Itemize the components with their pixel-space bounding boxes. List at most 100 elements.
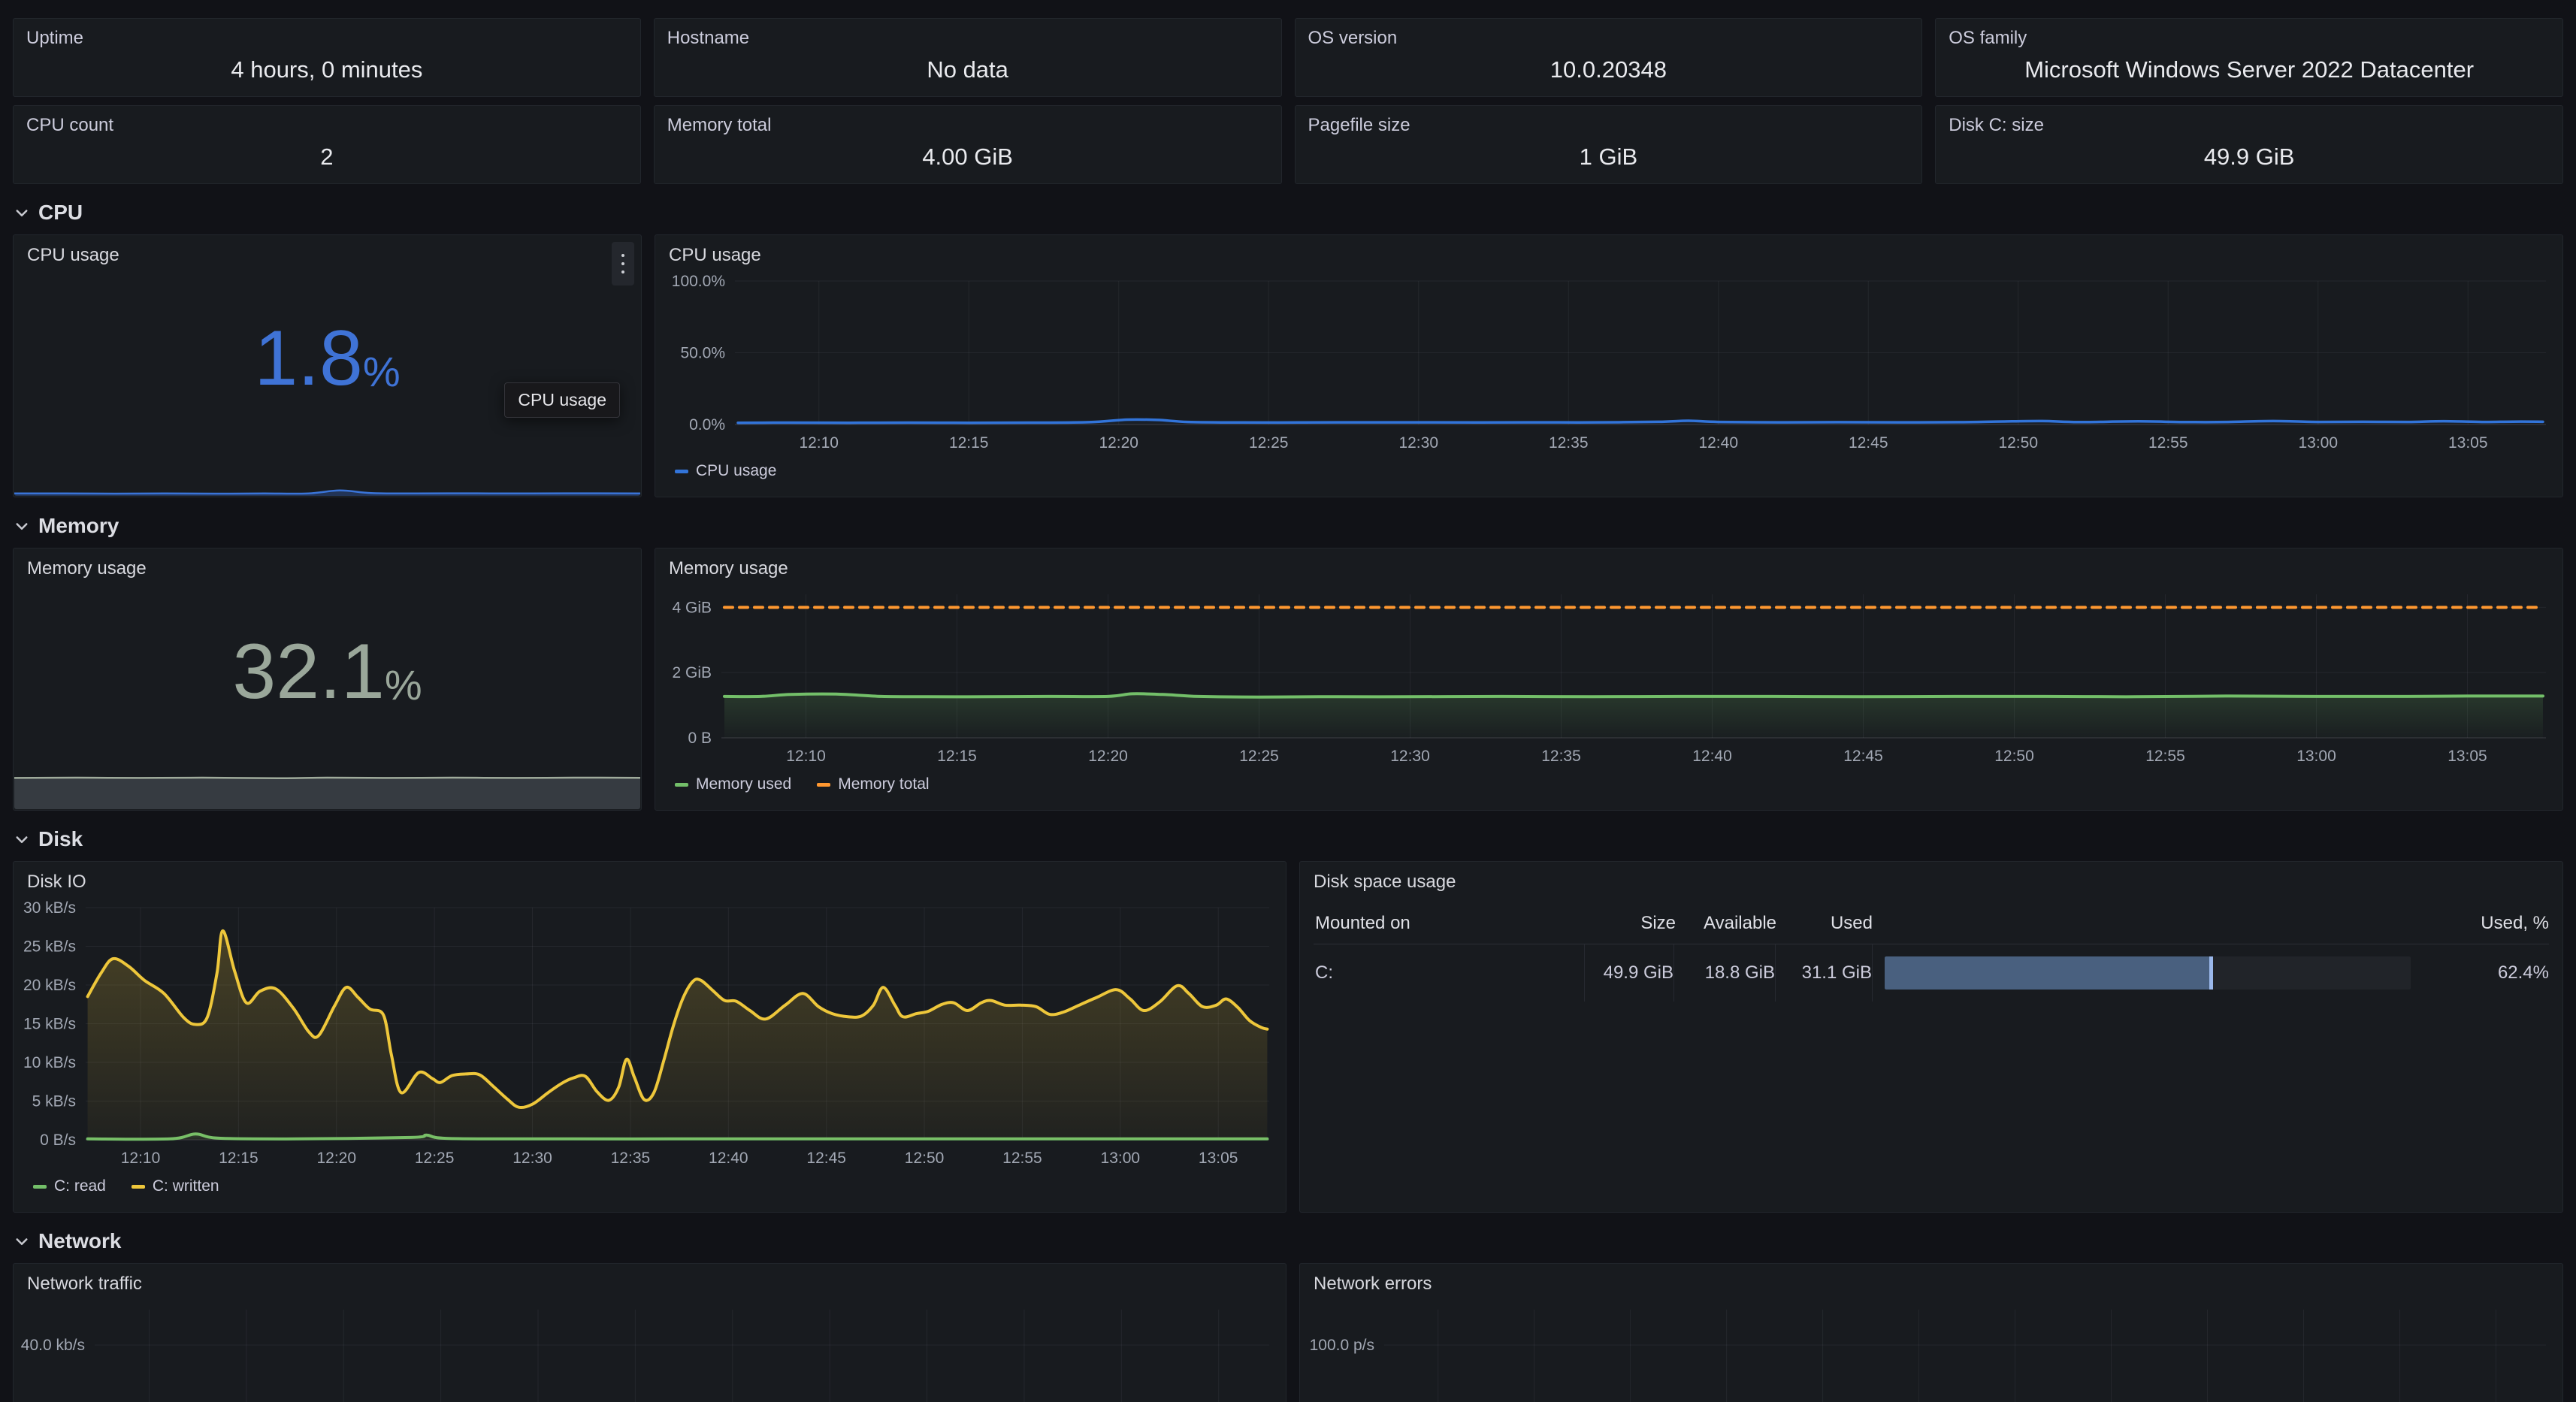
svg-text:12:25: 12:25 — [1239, 748, 1279, 765]
panel-title[interactable]: Disk space usage — [1300, 862, 2562, 896]
cpu-usage-legend: CPU usage — [655, 459, 2562, 497]
stat-panel-os-version: OS version 10.0.20348 — [1295, 18, 1923, 97]
svg-text:13:05: 13:05 — [2448, 434, 2488, 452]
col-header-used[interactable]: Used — [1776, 903, 1873, 944]
col-header-mounted-on[interactable]: Mounted on — [1314, 903, 1587, 944]
disk-io-plot[interactable]: 12:1012:1512:2012:2512:3012:3512:4012:45… — [14, 896, 1286, 1174]
network-errors-plot[interactable]: 12:1012:1512:2012:2512:3012:3512:4012:45… — [1300, 1298, 2562, 1402]
col-header-available[interactable]: Available — [1676, 903, 1776, 944]
cpu-usage-gauge-panel: CPU usage 1.8% CPU usage — [13, 234, 642, 497]
cpu-sparkline — [14, 482, 640, 496]
svg-text:100.0 p/s: 100.0 p/s — [1310, 1337, 1374, 1354]
legend-swatch-icon — [675, 783, 688, 787]
section-header-disk[interactable]: Disk — [14, 827, 2562, 851]
stat-value: 49.9 GiB — [1943, 133, 2555, 180]
stat-panel-cpu-count: CPU count 2 — [13, 105, 641, 184]
network-traffic-chart: 12:1012:1512:2012:2512:3012:3512:4012:45… — [14, 1298, 1286, 1402]
svg-text:12:35: 12:35 — [1541, 748, 1581, 765]
stat-panel-hostname: Hostname No data — [654, 18, 1282, 97]
stat-value: 10.0.20348 — [1303, 46, 1915, 93]
section-header-network[interactable]: Network — [14, 1229, 2562, 1253]
svg-text:30 kB/s: 30 kB/s — [23, 899, 76, 917]
svg-text:12:10: 12:10 — [786, 748, 826, 765]
svg-text:12:30: 12:30 — [512, 1150, 552, 1167]
disk-usage-bar-fill — [1885, 956, 2213, 990]
svg-text:12:50: 12:50 — [1998, 434, 2038, 452]
section-title-disk: Disk — [38, 827, 83, 851]
table-row: C: 49.9 GiB 18.8 GiB 31.1 GiB 62.4% — [1314, 944, 2549, 1002]
memory-usage-gauge-panel: Memory usage 32.1% — [13, 548, 642, 811]
legend-item[interactable]: C: read — [33, 1177, 106, 1195]
svg-text:40.0 kb/s: 40.0 kb/s — [21, 1337, 85, 1354]
col-header-used-pct[interactable]: Used, % — [2423, 903, 2549, 944]
stat-panel-memory-total: Memory total 4.00 GiB — [654, 105, 1282, 184]
cpu-usage-chart: 12:1012:1512:2012:2512:3012:3512:4012:45… — [655, 269, 2562, 459]
network-errors-chart: 12:1012:1512:2012:2512:3012:3512:4012:45… — [1300, 1298, 2562, 1402]
svg-text:12:50: 12:50 — [905, 1150, 945, 1167]
legend-swatch-icon — [675, 470, 688, 473]
cell-used-pct: 62.4% — [2423, 944, 2549, 1002]
cell-used: 31.1 GiB — [1775, 944, 1872, 1002]
stat-value: 1 GiB — [1303, 133, 1915, 180]
legend-label: C: read — [54, 1177, 106, 1195]
memory-usage-chart-panel: Memory usage 12:1012:1512:2012:2512:3012… — [655, 548, 2563, 811]
svg-text:12:40: 12:40 — [709, 1150, 748, 1167]
chevron-down-icon — [14, 1234, 29, 1249]
svg-text:12:45: 12:45 — [1849, 434, 1888, 452]
legend-item[interactable]: Memory used — [675, 775, 791, 793]
section-title-cpu: CPU — [38, 201, 83, 225]
stats-grid: Uptime 4 hours, 0 minutes Hostname No da… — [13, 18, 2563, 184]
svg-text:12:20: 12:20 — [1088, 748, 1128, 765]
panel-title[interactable]: Memory usage — [655, 548, 2562, 582]
svg-text:0 B/s: 0 B/s — [40, 1132, 76, 1149]
svg-text:12:45: 12:45 — [806, 1150, 846, 1167]
cpu-usage-chart-panel: CPU usage 12:1012:1512:2012:2512:3012:35… — [655, 234, 2563, 497]
stat-value: Microsoft Windows Server 2022 Datacenter — [1943, 46, 2555, 93]
svg-text:12:10: 12:10 — [121, 1150, 161, 1167]
legend-label: CPU usage — [696, 462, 776, 480]
svg-text:12:15: 12:15 — [949, 434, 989, 452]
svg-text:12:25: 12:25 — [415, 1150, 455, 1167]
stat-panel-uptime: Uptime 4 hours, 0 minutes — [13, 18, 641, 97]
disk-space-usage-panel: Disk space usage Mounted on Size Availab… — [1299, 861, 2563, 1213]
panel-title[interactable]: CPU usage — [655, 235, 2562, 269]
stat-value: 2 — [21, 133, 633, 180]
table-header-row: Mounted on Size Available Used Used, % — [1314, 903, 2549, 944]
legend-item[interactable]: C: written — [132, 1177, 219, 1195]
legend-item[interactable]: CPU usage — [675, 462, 776, 480]
panel-title[interactable]: Disk IO — [14, 862, 1286, 896]
legend-swatch-icon — [33, 1185, 47, 1189]
disk-usage-bar-track — [1885, 956, 2411, 990]
svg-text:12:35: 12:35 — [1549, 434, 1589, 452]
memory-sparkline — [14, 773, 640, 809]
svg-text:0 B: 0 B — [688, 730, 712, 747]
section-header-memory[interactable]: Memory — [14, 514, 2562, 538]
svg-text:12:35: 12:35 — [611, 1150, 651, 1167]
svg-text:4 GiB: 4 GiB — [672, 599, 712, 616]
network-traffic-plot[interactable]: 12:1012:1512:2012:2512:3012:3512:4012:45… — [14, 1298, 1286, 1402]
panel-title[interactable]: Network errors — [1300, 1264, 2562, 1298]
dashboard: Uptime 4 hours, 0 minutes Hostname No da… — [0, 0, 2576, 1402]
col-header-size[interactable]: Size — [1587, 903, 1676, 944]
cpu-usage-plot[interactable]: 12:1012:1512:2012:2512:3012:3512:4012:45… — [655, 269, 2562, 459]
panel-title[interactable]: Network traffic — [14, 1264, 1286, 1298]
legend-item[interactable]: Memory total — [817, 775, 929, 793]
svg-text:12:50: 12:50 — [1994, 748, 2034, 765]
section-header-cpu[interactable]: CPU — [14, 201, 2562, 225]
stat-panel-os-family: OS family Microsoft Windows Server 2022 … — [1935, 18, 2563, 97]
svg-text:12:55: 12:55 — [1002, 1150, 1042, 1167]
svg-text:25 kB/s: 25 kB/s — [23, 938, 76, 956]
section-title-memory: Memory — [38, 514, 119, 538]
memory-usage-chart: 12:1012:1512:2012:2512:3012:3512:4012:45… — [655, 582, 2562, 772]
svg-text:20 kB/s: 20 kB/s — [23, 977, 76, 994]
cell-size: 49.9 GiB — [1584, 944, 1673, 1002]
svg-text:12:45: 12:45 — [1843, 748, 1883, 765]
svg-text:12:15: 12:15 — [219, 1150, 259, 1167]
chevron-down-icon — [14, 205, 29, 220]
svg-text:12:15: 12:15 — [937, 748, 977, 765]
svg-text:13:05: 13:05 — [2448, 748, 2487, 765]
memory-usage-plot[interactable]: 12:1012:1512:2012:2512:3012:3512:4012:45… — [655, 582, 2562, 772]
legend-label: C: written — [153, 1177, 219, 1195]
stat-value: No data — [662, 46, 1274, 93]
network-errors-chart-panel: Network errors 12:1012:1512:2012:2512:30… — [1299, 1263, 2563, 1402]
